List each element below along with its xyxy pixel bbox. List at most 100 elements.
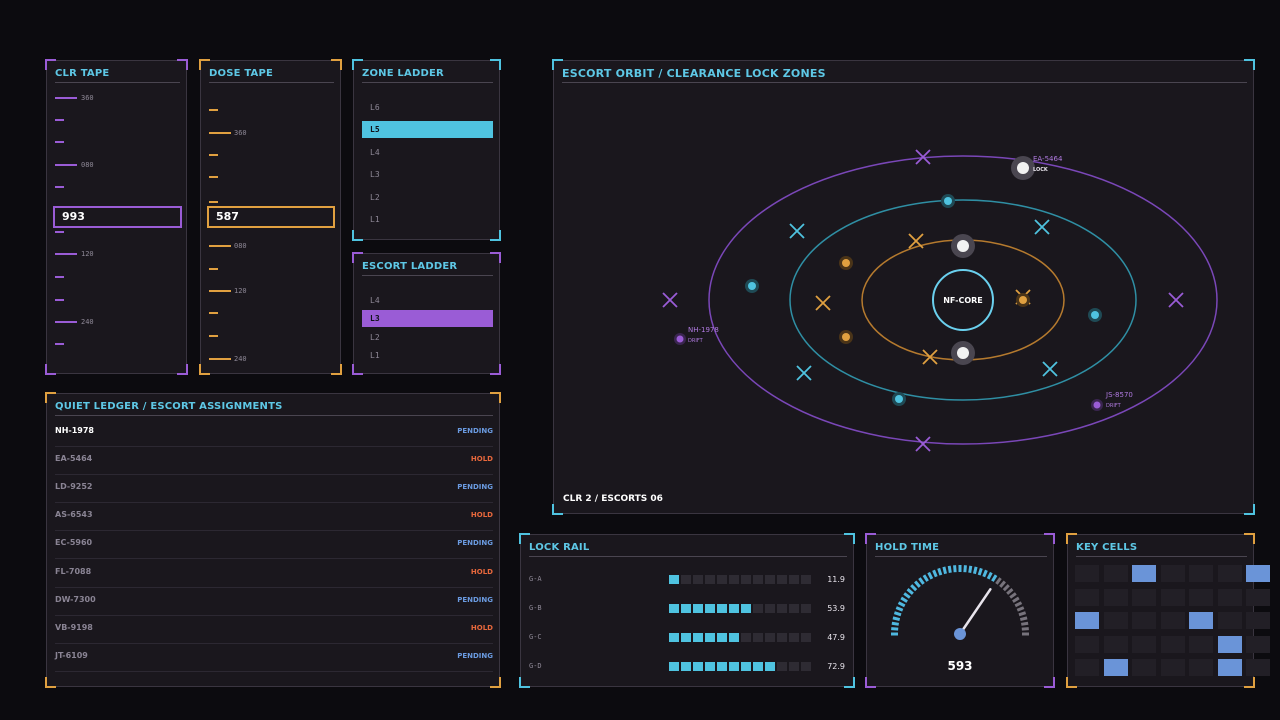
key-cell[interactable] [1217, 588, 1242, 606]
lock-x-icon [662, 292, 678, 308]
ladder-item-l3[interactable]: L3 [362, 310, 493, 328]
ladder-item-l3[interactable]: L3 [362, 166, 493, 183]
key-cell[interactable] [1103, 588, 1128, 606]
rail-segment [693, 604, 703, 613]
orbit-tag-id: EA-5464 [1033, 155, 1063, 163]
status-badge: PENDING [457, 539, 493, 548]
table-row[interactable]: AS-6543 HOLD [55, 502, 493, 532]
ladder-item-l4[interactable]: L4 [362, 292, 493, 309]
corner-accent [331, 364, 342, 375]
key-cell[interactable] [1160, 659, 1185, 676]
key-cell[interactable] [1189, 565, 1213, 582]
lock-node[interactable] [957, 240, 969, 252]
rail-segment [705, 662, 715, 671]
key-cell[interactable] [1217, 635, 1242, 653]
key-cell[interactable] [1160, 635, 1185, 653]
escort-dot[interactable] [842, 259, 850, 267]
key-cell[interactable] [1160, 612, 1185, 629]
escort-dot[interactable] [842, 333, 850, 341]
ladder-item-l1[interactable]: L1 [362, 211, 493, 228]
tape-tick [209, 335, 218, 337]
key-cell[interactable] [1189, 635, 1213, 653]
table-row[interactable]: NH-1978 PENDING [55, 418, 493, 447]
key-cell[interactable] [1217, 659, 1242, 676]
rail-segment [729, 633, 739, 642]
rail-segment [753, 662, 763, 671]
lock-node[interactable] [1017, 162, 1029, 174]
corner-accent [519, 677, 530, 688]
lock-node[interactable] [957, 347, 969, 359]
key-cell[interactable] [1246, 635, 1270, 653]
key-cell[interactable] [1075, 635, 1099, 653]
rail-segment [801, 662, 811, 671]
orbit-tag-js: JS-8570 DRIFT [1106, 391, 1133, 409]
key-cell[interactable] [1132, 635, 1156, 653]
key-cell[interactable] [1075, 565, 1099, 582]
key-cell[interactable] [1189, 659, 1213, 676]
key-cell[interactable] [1246, 612, 1270, 629]
drift-dot[interactable] [1093, 401, 1101, 409]
key-cell[interactable] [1246, 659, 1270, 676]
rail-segment [693, 575, 703, 584]
gauge-tick [910, 584, 918, 592]
escort-dot[interactable] [748, 282, 756, 290]
rail-segment [765, 633, 775, 642]
key-cell[interactable] [1075, 659, 1099, 676]
key-cell[interactable] [1132, 565, 1156, 582]
table-row[interactable]: JT-6109 PENDING [55, 643, 493, 672]
table-row[interactable]: EA-5464 HOLD [55, 446, 493, 476]
key-cell[interactable] [1217, 612, 1242, 629]
gauge-tick [1002, 584, 1010, 592]
tape-tick [209, 176, 218, 178]
key-cell[interactable] [1103, 612, 1128, 629]
key-cell[interactable] [1103, 565, 1128, 582]
key-cell[interactable] [1160, 588, 1185, 606]
panel-title: DOSE TAPE [209, 67, 334, 83]
corner-accent [177, 364, 188, 375]
ladder-item-l1[interactable]: L1 [362, 347, 493, 364]
ladder-item-l4[interactable]: L4 [362, 144, 493, 161]
lock-nodes [951, 156, 1035, 365]
tape-tick [209, 268, 218, 270]
key-cell[interactable] [1160, 565, 1185, 582]
tape-tick [55, 119, 64, 121]
panel-title: ESCORT LADDER [362, 260, 493, 276]
status-badge: HOLD [470, 623, 493, 632]
gauge-tick [963, 565, 967, 573]
escort-dot[interactable] [944, 197, 952, 205]
status-badge: PENDING [457, 483, 493, 492]
table-row[interactable]: LD-9252 PENDING [55, 474, 493, 504]
lock-x-icon [1042, 361, 1058, 377]
key-cell[interactable] [1075, 612, 1099, 629]
key-cell[interactable] [1075, 588, 1099, 606]
key-cell[interactable] [1246, 565, 1270, 582]
key-cell[interactable] [1246, 588, 1270, 606]
ladder-item-l5[interactable]: L5 [362, 121, 493, 139]
rail-segment [681, 662, 691, 671]
ladder-item-l6[interactable]: L6 [362, 99, 493, 116]
table-row[interactable]: EC-5960 PENDING [55, 530, 493, 560]
table-row[interactable]: VB-9198 HOLD [55, 615, 493, 644]
key-cell[interactable] [1103, 659, 1128, 676]
escort-dot[interactable] [895, 395, 903, 403]
key-cell[interactable] [1132, 612, 1156, 629]
key-cell[interactable] [1189, 612, 1213, 629]
table-row[interactable]: FL-7088 HOLD [55, 559, 493, 588]
rail-segment [741, 575, 751, 584]
table-row[interactable]: DW-7300 PENDING [55, 587, 493, 616]
key-cell[interactable] [1189, 588, 1213, 606]
key-cell[interactable] [1132, 659, 1156, 676]
rail-segment [681, 575, 691, 584]
gauge-tick [1006, 588, 1014, 595]
tape-tick [209, 154, 218, 156]
escort-dot[interactable] [1091, 311, 1099, 319]
ladder-item-l2[interactable]: L2 [362, 329, 493, 346]
key-cell[interactable] [1132, 588, 1156, 606]
key-cell[interactable] [1103, 635, 1128, 653]
drift-dot[interactable] [676, 335, 684, 343]
rail-value: 72.9 [827, 662, 845, 671]
tape-tick [55, 253, 77, 255]
rail-segment [705, 633, 715, 642]
ladder-item-l2[interactable]: L2 [362, 189, 493, 206]
key-cell[interactable] [1217, 565, 1242, 582]
